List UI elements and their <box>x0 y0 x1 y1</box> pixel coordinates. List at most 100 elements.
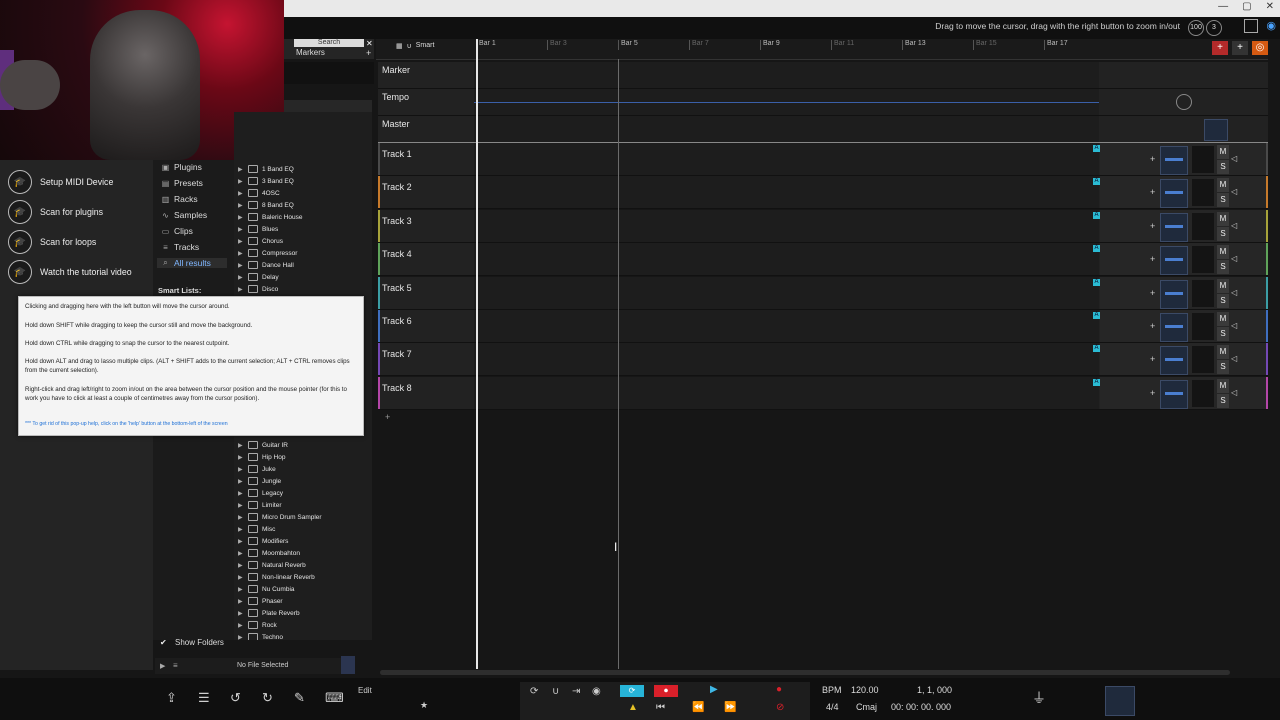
redo-icon[interactable]: ↻ <box>262 690 273 706</box>
folder-item[interactable]: ▶ Guitar IR <box>238 439 288 451</box>
scan-loops-item[interactable]: 🎓 Scan for loops <box>8 230 96 254</box>
close-icon[interactable]: ✕ <box>1266 1 1274 12</box>
folder-item[interactable]: ▶ 1 Band EQ <box>238 163 294 175</box>
help-footer-link[interactable]: *** To get rid of this pop-up help, clic… <box>25 420 361 429</box>
key-value[interactable]: Cmaj <box>856 702 877 712</box>
category-all-results[interactable]: ⌕ All results <box>157 258 227 268</box>
speaker-icon[interactable]: ◁ <box>1231 321 1237 330</box>
speaker-icon[interactable]: ◁ <box>1231 187 1237 196</box>
solo-button[interactable]: S <box>1217 327 1229 341</box>
folder-item[interactable]: ▶ 8 Band EQ <box>238 199 294 211</box>
expand-icon[interactable]: ▶ <box>238 634 244 641</box>
expand-icon[interactable]: ▶ <box>238 166 244 173</box>
solo-button[interactable]: S <box>1217 360 1229 375</box>
expand-icon[interactable]: ▶ <box>238 586 244 593</box>
plugin-slot[interactable] <box>1160 146 1188 175</box>
folder-item[interactable]: ▶ Phaser <box>238 595 283 607</box>
rewind-icon[interactable]: ⏪ <box>692 702 704 713</box>
tempo-track[interactable]: Tempo <box>378 89 1268 116</box>
expand-icon[interactable]: ▶ <box>238 622 244 629</box>
setup-midi-item[interactable]: 🎓 Setup MIDI Device <box>8 170 113 194</box>
track-lane[interactable] <box>474 376 1099 409</box>
keyboard-icon[interactable]: ⌨ <box>325 690 344 706</box>
plugin-slot[interactable] <box>1160 246 1188 276</box>
automation-icon[interactable]: A <box>1093 211 1100 219</box>
automation-icon[interactable]: A <box>1093 345 1100 353</box>
folder-item[interactable]: ▶ Blues <box>238 223 278 235</box>
solo-button[interactable]: S <box>1217 226 1229 241</box>
folder-item[interactable]: ▶ Dance Hall <box>238 259 294 271</box>
add-track-button[interactable]: + <box>385 412 390 422</box>
plugin-slot[interactable] <box>1160 379 1188 409</box>
track-lane[interactable] <box>474 89 1099 115</box>
bpm-value[interactable]: 120.00 <box>851 685 879 695</box>
track-lane[interactable] <box>474 176 1099 209</box>
add-plugin-icon[interactable]: + <box>1150 187 1155 197</box>
folder-item[interactable]: ▶ Plate Reverb <box>238 607 300 619</box>
speaker-icon[interactable]: ◁ <box>1231 288 1237 297</box>
folder-item[interactable]: ▶ Compressor <box>238 247 297 259</box>
add-plugin-icon[interactable]: + <box>1150 254 1155 264</box>
punch-icon[interactable]: ⇥ <box>572 686 580 697</box>
plugin-slot[interactable] <box>1160 212 1188 242</box>
category-clips[interactable]: ▭ Clips <box>161 226 193 236</box>
expand-icon[interactable]: ▶ <box>238 514 244 521</box>
add-plugin-icon[interactable]: + <box>1150 221 1155 231</box>
track-lane[interactable] <box>474 62 1099 88</box>
track-row[interactable]: Track 4 A + M S ◁ <box>378 243 1268 277</box>
category-racks[interactable]: ▥ Racks <box>161 194 198 204</box>
volume-meter[interactable] <box>1192 313 1214 340</box>
expand-icon[interactable]: ▶ <box>238 178 244 185</box>
track-row[interactable]: Track 1 A + M S ◁ <box>378 143 1268 176</box>
folder-item[interactable]: ▶ Disco <box>238 283 278 295</box>
track-lane[interactable] <box>474 276 1099 309</box>
expand-icon[interactable]: ▶ <box>238 598 244 605</box>
undo-icon[interactable]: ↺ <box>230 690 241 706</box>
solo-button[interactable]: S <box>1217 260 1229 275</box>
expand-icon[interactable]: ▶ <box>238 574 244 581</box>
expand-icon[interactable]: ▶ <box>238 442 244 449</box>
timeline-ruler[interactable]: Bar 1 Bar 5 Bar 9 Bar 13 Bar 17 Bar 3 Bar 7 Bar… <box>376 39 1268 60</box>
volume-meter[interactable] <box>1192 179 1214 207</box>
speaker-icon[interactable]: ◁ <box>1231 154 1237 163</box>
volume-meter[interactable] <box>1192 379 1214 407</box>
automation-icon[interactable]: A <box>1093 245 1100 253</box>
solo-button[interactable]: S <box>1217 393 1229 408</box>
home-icon[interactable]: ⏮ <box>656 702 665 713</box>
track-lane[interactable] <box>474 116 1099 142</box>
folder-item[interactable]: ▶ Baleric House <box>238 211 302 223</box>
warning-icon[interactable]: ▲ <box>628 702 638 713</box>
mute-button[interactable]: M <box>1217 245 1229 260</box>
expand-icon[interactable]: ▶ <box>238 478 244 485</box>
mute-button[interactable]: M <box>1217 145 1229 159</box>
folder-item[interactable]: ▶ Jungle <box>238 475 281 487</box>
click-icon[interactable]: ◉ <box>592 686 601 697</box>
volume-meter[interactable] <box>1192 279 1214 307</box>
folder-item[interactable]: ▶ Chorus <box>238 235 283 247</box>
category-presets[interactable]: ▤ Presets <box>161 178 203 188</box>
folder-item[interactable]: ▶ Modifiers <box>238 535 288 547</box>
search-input[interactable]: Search <box>294 39 364 47</box>
automation-icon[interactable]: A <box>1093 378 1100 386</box>
time-value[interactable]: 00: 00: 00. 000 <box>891 702 951 712</box>
plugin-slot[interactable] <box>1160 313 1188 342</box>
expand-icon[interactable]: ▶ <box>238 610 244 617</box>
horizontal-scrollbar[interactable] <box>380 670 1230 675</box>
expand-icon[interactable]: ▶ <box>238 502 244 509</box>
folder-item[interactable]: ▶ Micro Drum Sampler <box>238 511 322 523</box>
track-row[interactable]: Track 7 A + M S ◁ <box>378 343 1268 377</box>
smart-toggle[interactable]: ▦ ∪ Smart <box>396 42 434 50</box>
category-tracks[interactable]: ≡ Tracks <box>161 242 199 252</box>
category-plugins[interactable]: ▣ Plugins <box>161 162 202 172</box>
playhead-cursor[interactable] <box>476 39 478 669</box>
folder-item[interactable]: ▶ Moombahton <box>238 547 300 559</box>
mute-button[interactable]: M <box>1217 278 1229 293</box>
add-plugin-icon[interactable]: + <box>1150 388 1155 398</box>
volume-meter[interactable] <box>1192 246 1214 274</box>
expand-icon[interactable]: ▶ <box>238 526 244 533</box>
expand-icon[interactable]: ▶ <box>238 202 244 209</box>
loop-icon[interactable]: ⟳ <box>530 686 538 697</box>
play-preview-icon[interactable]: ▶ <box>160 662 165 670</box>
folder-item[interactable]: ▶ Juke <box>238 463 276 475</box>
volume-meter[interactable] <box>1192 146 1214 173</box>
